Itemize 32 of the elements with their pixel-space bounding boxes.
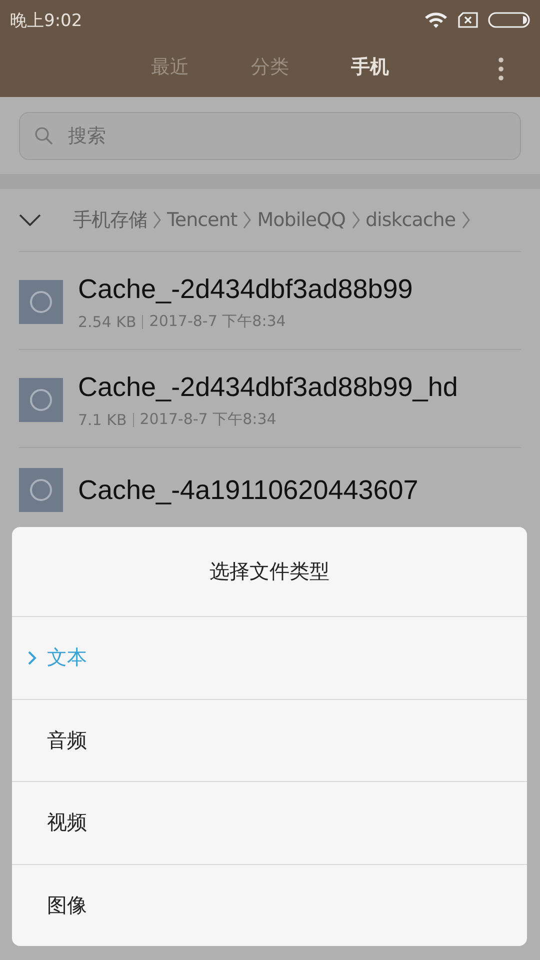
file-date: 2017-8-7 下午8:34 [149,312,286,331]
chevron-right-icon [243,211,252,229]
file-type-option[interactable]: 视频 [12,782,527,864]
file-type-option[interactable]: 音频 [12,700,527,782]
breadcrumb-item[interactable]: 手机存储 [73,207,147,233]
chevron-right-icon [153,211,161,229]
unknown-file-icon [19,280,63,324]
file-date: 2017-8-7 下午8:34 [140,410,276,429]
no-sim-icon [458,12,478,28]
file-name[interactable]: Cache_-2d434dbf3ad88b99_hd [78,370,473,404]
unknown-file-icon [19,468,63,512]
collapse-chevron-icon[interactable] [19,214,41,226]
chevron-right-icon [28,650,37,665]
dialog-title: 选择文件类型 [210,558,330,585]
status-time: 晚上9:02 [10,10,82,32]
file-size: 7.1 KB [78,410,127,428]
file-name[interactable]: Cache_-4a19110620443607 [78,473,473,507]
unknown-file-icon [19,378,63,422]
more-icon[interactable] [498,57,504,81]
breadcrumb-item[interactable]: diskcache [366,209,456,231]
search-icon [34,126,54,146]
tab[interactable]: 手机 [345,50,395,84]
breadcrumb-item[interactable]: MobileQQ [257,209,346,231]
file-size: 2.54 KB [78,312,136,330]
file-type-option[interactable]: 图像 [12,864,527,946]
search-field[interactable]: 搜索 [19,112,521,160]
wifi-icon [424,11,448,29]
chevron-right-icon [462,211,470,229]
chevron-right-icon [352,211,360,229]
breadcrumb-item[interactable]: Tencent [167,209,238,231]
battery-icon [488,12,530,28]
file-name[interactable]: Cache_-2d434dbf3ad88b99 [78,272,473,306]
